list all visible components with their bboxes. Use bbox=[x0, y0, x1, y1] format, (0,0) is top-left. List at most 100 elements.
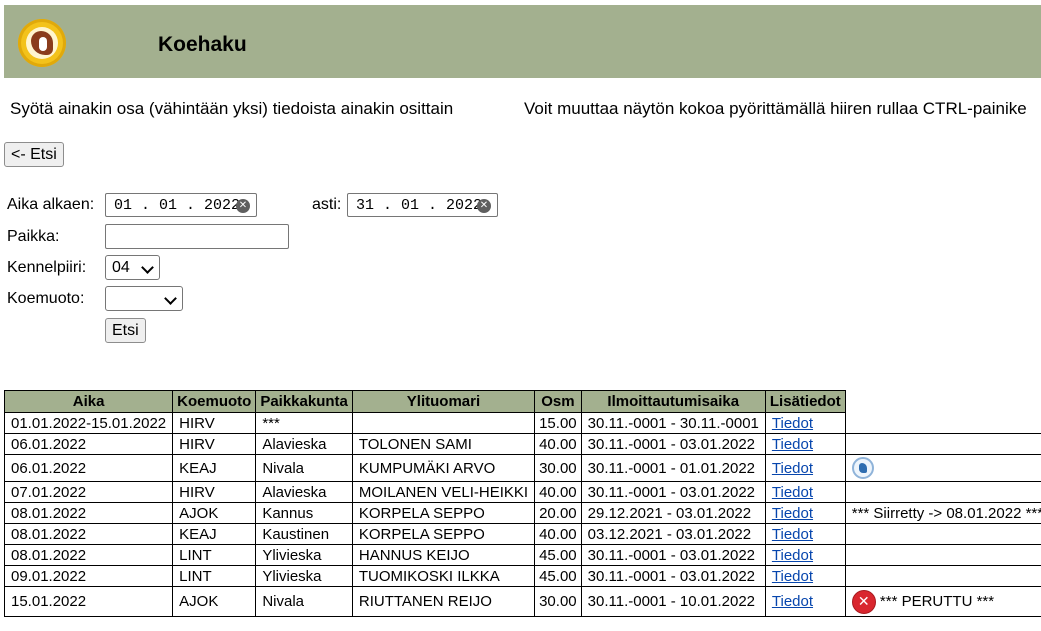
cell-details: Tiedot bbox=[764, 454, 846, 482]
details-link[interactable]: Tiedot bbox=[772, 568, 813, 585]
cell-date: 08.01.2022 bbox=[3, 544, 174, 566]
cell-fee: 30.00 bbox=[534, 586, 582, 617]
cell-date: 15.01.2022 bbox=[3, 586, 174, 617]
club-logo-icon bbox=[18, 19, 66, 67]
cell-trial-type: LINT bbox=[172, 544, 257, 566]
table-header-row: Aika Koemuoto Paikkakunta Ylituomari Osm… bbox=[3, 390, 1041, 413]
cell-judge: RIUTTANEN REIJO bbox=[351, 586, 536, 617]
end-date-input[interactable]: 31 . 01 . 2022 ✕ bbox=[347, 193, 498, 217]
table-row: 09.01.2022 LINT Ylivieska TUOMIKOSKI ILKKA 4… bbox=[3, 565, 1041, 587]
cell-trial-type: HIRV bbox=[172, 481, 257, 503]
instruction-text: Syötä ainakin osa (vähintään yksi) tiedo… bbox=[10, 99, 454, 118]
cell-details: Tiedot bbox=[764, 433, 846, 455]
cell-judge: KORPELA SEPPO bbox=[351, 523, 536, 545]
cell-details: Tiedot bbox=[764, 481, 846, 503]
back-search-button[interactable]: <- Etsi bbox=[4, 142, 64, 167]
cell-judge: TOLONEN SAMI bbox=[351, 433, 536, 455]
details-link[interactable]: Tiedot bbox=[772, 547, 813, 564]
kennel-district-value: 04 bbox=[112, 259, 130, 276]
column-header-ilmoittautumisaika: Ilmoittautumisaika bbox=[580, 390, 766, 413]
trial-type-label: Koemuoto: bbox=[7, 290, 85, 307]
cell-trial-type: AJOK bbox=[172, 502, 257, 524]
cell-trial-type: KEAJ bbox=[172, 454, 257, 482]
end-date-label: asti: bbox=[312, 196, 342, 213]
cell-registration-period: 29.12.2021 - 03.01.2022 bbox=[580, 502, 766, 524]
table-row: 08.01.2022 LINT Ylivieska HANNUS KEIJO 45.00… bbox=[3, 544, 1041, 566]
note-text: *** PERUTTU *** bbox=[879, 592, 995, 610]
cell-details: Tiedot bbox=[764, 565, 846, 587]
chevron-down-icon bbox=[141, 261, 154, 274]
cell-place: Alavieska bbox=[255, 433, 353, 455]
cell-note bbox=[844, 454, 1041, 482]
cell-judge: KUMPUMÄKI ARVO bbox=[351, 454, 536, 482]
cell-place: Alavieska bbox=[255, 481, 353, 503]
table-row: 07.01.2022 HIRV Alavieska MOILANEN VELI-HEI… bbox=[3, 481, 1041, 503]
cell-note bbox=[844, 565, 1041, 587]
zoom-hint-text: Voit muuttaa näytön kokoa pyörittämällä … bbox=[524, 99, 1027, 118]
details-link[interactable]: Tiedot bbox=[772, 526, 813, 543]
table-row: 08.01.2022 AJOK Kannus KORPELA SEPPO 20.00 29… bbox=[3, 502, 1041, 524]
column-header-ylituomari: Ylituomari bbox=[351, 390, 536, 413]
start-date-value: 01 . 01 . 2022 bbox=[114, 197, 241, 214]
clear-end-date-icon[interactable]: ✕ bbox=[477, 199, 491, 213]
column-header-aika: Aika bbox=[3, 390, 174, 413]
cell-date: 08.01.2022 bbox=[3, 523, 174, 545]
cell-note bbox=[844, 523, 1041, 545]
cell-judge: MOILANEN VELI-HEIKKI bbox=[351, 481, 536, 503]
trial-type-select[interactable] bbox=[105, 286, 183, 311]
column-header-osm: Osm bbox=[534, 390, 582, 413]
cell-details: Tiedot bbox=[764, 502, 846, 524]
cell-date: 09.01.2022 bbox=[3, 565, 174, 587]
column-header-koemuoto: Koemuoto bbox=[172, 390, 257, 413]
start-date-label: Aika alkaen: bbox=[7, 196, 95, 213]
cell-fee: 40.00 bbox=[534, 433, 582, 455]
details-link[interactable]: Tiedot bbox=[772, 436, 813, 453]
search-button[interactable]: Etsi bbox=[105, 318, 146, 343]
place-input[interactable] bbox=[105, 224, 289, 249]
cell-registration-period: 30.11.-0001 - 30.11.-0001 bbox=[580, 412, 766, 434]
cell-date: 06.01.2022 bbox=[3, 433, 174, 455]
cell-fee: 40.00 bbox=[534, 481, 582, 503]
column-header-lisatiedot: Lisätiedot bbox=[764, 390, 846, 413]
cell-trial-type: HIRV bbox=[172, 433, 257, 455]
cell-fee: 15.00 bbox=[534, 412, 582, 434]
cell-judge: KORPELA SEPPO bbox=[351, 502, 536, 524]
cell-note bbox=[844, 544, 1041, 566]
cell-place: Ylivieska bbox=[255, 565, 353, 587]
cell-registration-period: 30.11.-0001 - 10.01.2022 bbox=[580, 586, 766, 617]
cell-fee: 45.00 bbox=[534, 565, 582, 587]
cell-trial-type: HIRV bbox=[172, 412, 257, 434]
table-row: 08.01.2022 KEAJ Kaustinen KORPELA SEPPO 40.0… bbox=[3, 523, 1041, 545]
cell-fee: 30.00 bbox=[534, 454, 582, 482]
details-link[interactable]: Tiedot bbox=[772, 505, 813, 522]
cell-note bbox=[844, 433, 1041, 455]
association-logo-icon bbox=[851, 457, 874, 479]
cell-registration-period: 30.11.-0001 - 03.01.2022 bbox=[580, 481, 766, 503]
results-table: Aika Koemuoto Paikkakunta Ylituomari Osm… bbox=[3, 390, 1041, 617]
start-date-input[interactable]: 01 . 01 . 2022 ✕ bbox=[105, 193, 257, 217]
cell-registration-period: 30.11.-0001 - 03.01.2022 bbox=[580, 433, 766, 455]
cell-judge: TUOMIKOSKI ILKKA bbox=[351, 565, 536, 587]
cell-details: Tiedot bbox=[764, 412, 846, 434]
cell-details: Tiedot bbox=[764, 523, 846, 545]
cell-place: Kaustinen bbox=[255, 523, 353, 545]
place-label: Paikka: bbox=[7, 228, 60, 245]
page-title: Koehaku bbox=[158, 33, 247, 56]
column-header-paikkakunta: Paikkakunta bbox=[255, 390, 353, 413]
kennel-district-label: Kennelpiiri: bbox=[7, 259, 87, 276]
cell-fee: 20.00 bbox=[534, 502, 582, 524]
cell-trial-type: AJOK bbox=[172, 586, 257, 617]
cell-fee: 45.00 bbox=[534, 544, 582, 566]
kennel-district-select[interactable]: 04 bbox=[105, 255, 160, 280]
details-link[interactable]: Tiedot bbox=[772, 460, 813, 477]
clear-start-date-icon[interactable]: ✕ bbox=[236, 199, 250, 213]
cell-registration-period: 03.12.2021 - 03.01.2022 bbox=[580, 523, 766, 545]
cell-note: *** Siirretty -> 08.01.2022 *** bbox=[844, 502, 1041, 524]
details-link[interactable]: Tiedot bbox=[772, 593, 813, 610]
table-row: 01.01.2022-15.01.2022 HIRV *** 15.00 30.11.-… bbox=[3, 412, 1041, 434]
details-link[interactable]: Tiedot bbox=[772, 484, 813, 501]
cell-registration-period: 30.11.-0001 - 03.01.2022 bbox=[580, 544, 766, 566]
details-link[interactable]: Tiedot bbox=[772, 415, 813, 432]
note-text: *** Siirretty -> 08.01.2022 *** bbox=[851, 504, 1041, 522]
cell-place: Ylivieska bbox=[255, 544, 353, 566]
